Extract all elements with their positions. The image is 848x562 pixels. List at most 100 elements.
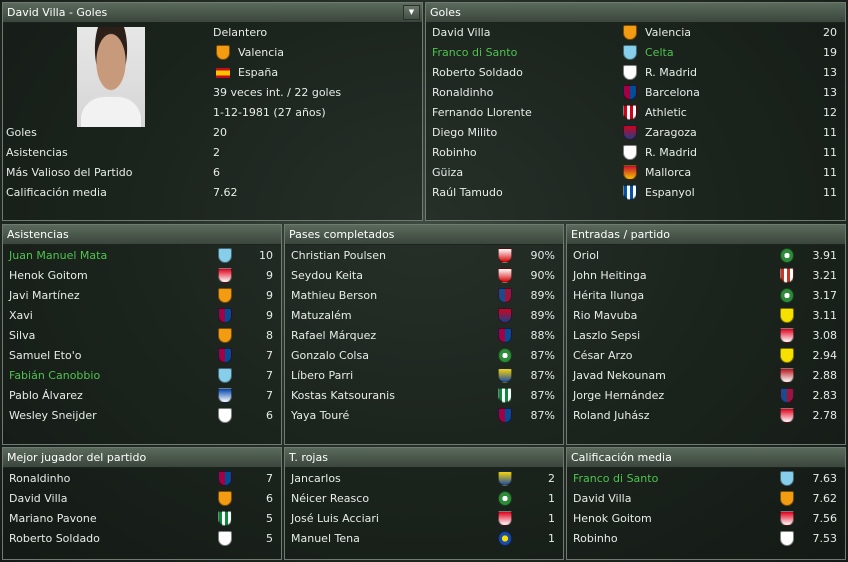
row-player[interactable]: Silva (9, 326, 35, 346)
row-player[interactable]: Javi Martínez (9, 286, 80, 306)
row-player[interactable]: Rio Mavuba (573, 306, 637, 326)
row-player[interactable]: Ronaldinho (432, 83, 493, 103)
table-row[interactable]: David Villa Valencia 20 (426, 23, 845, 43)
table-row[interactable]: Robinho 7.53 (567, 529, 845, 549)
table-row[interactable]: Roberto Soldado R. Madrid 13 (426, 63, 845, 83)
player-club[interactable]: Valencia (238, 43, 284, 63)
table-row[interactable]: José Luis Acciari 1 (285, 509, 563, 529)
table-row[interactable]: Jorge Hernández 2.83 (567, 386, 845, 406)
row-player[interactable]: Juan Manuel Mata (9, 246, 107, 266)
row-player[interactable]: Henok Goitom (573, 509, 652, 529)
table-row[interactable]: Mariano Pavone 5 (3, 509, 281, 529)
table-row[interactable]: Samuel Eto'o 7 (3, 346, 281, 366)
row-player[interactable]: César Arzo (573, 346, 633, 366)
dropdown-button[interactable]: ▼ (403, 5, 420, 20)
row-club[interactable]: R. Madrid (645, 63, 697, 83)
table-row[interactable]: Pablo Álvarez 7 (3, 386, 281, 406)
row-player[interactable]: Líbero Parri (291, 366, 353, 386)
table-row[interactable]: Juan Manuel Mata 10 (3, 246, 281, 266)
row-player[interactable]: Diego Milito (432, 123, 497, 143)
table-row[interactable]: Ronaldinho Barcelona 13 (426, 83, 845, 103)
table-row[interactable]: Silva 8 (3, 326, 281, 346)
table-row[interactable]: Seydou Keita 90% (285, 266, 563, 286)
table-row[interactable]: Henok Goitom 9 (3, 266, 281, 286)
table-row[interactable]: Líbero Parri 87% (285, 366, 563, 386)
table-row[interactable]: Kostas Katsouranis 87% (285, 386, 563, 406)
table-row[interactable]: Diego Milito Zaragoza 11 (426, 123, 845, 143)
table-row[interactable]: Rafael Márquez 88% (285, 326, 563, 346)
row-club[interactable]: R. Madrid (645, 143, 697, 163)
row-player[interactable]: Henok Goitom (9, 266, 88, 286)
row-player[interactable]: Franco di Santo (573, 469, 658, 489)
row-player[interactable]: Roland Juhász (573, 406, 650, 426)
row-player[interactable]: Samuel Eto'o (9, 346, 81, 366)
row-player[interactable]: Wesley Sneijder (9, 406, 97, 426)
row-player[interactable]: Franco di Santo (432, 43, 517, 63)
table-row[interactable]: Manuel Tena 1 (285, 529, 563, 549)
table-row[interactable]: David Villa 7.62 (567, 489, 845, 509)
row-club[interactable]: Celta (645, 43, 674, 63)
table-row[interactable]: Oriol 3.91 (567, 246, 845, 266)
row-player[interactable]: Mathieu Berson (291, 286, 377, 306)
row-player[interactable]: Fabián Canobbio (9, 366, 100, 386)
row-club[interactable]: Mallorca (645, 163, 691, 183)
table-row[interactable]: Laszlo Sepsi 3.08 (567, 326, 845, 346)
row-player[interactable]: Yaya Touré (291, 406, 349, 426)
row-player[interactable]: José Luis Acciari (291, 509, 379, 529)
table-row[interactable]: Jancarlos 2 (285, 469, 563, 489)
row-player[interactable]: Mariano Pavone (9, 509, 97, 529)
table-row[interactable]: Javi Martínez 9 (3, 286, 281, 306)
table-row[interactable]: Raúl Tamudo Espanyol 11 (426, 183, 845, 203)
row-player[interactable]: David Villa (573, 489, 631, 509)
table-row[interactable]: Roland Juhász 2.78 (567, 406, 845, 426)
table-row[interactable]: Rio Mavuba 3.11 (567, 306, 845, 326)
row-player[interactable]: Roberto Soldado (9, 529, 100, 549)
row-club[interactable]: Espanyol (645, 183, 695, 203)
row-player[interactable]: Rafael Márquez (291, 326, 376, 346)
table-row[interactable]: Robinho R. Madrid 11 (426, 143, 845, 163)
row-player[interactable]: Raúl Tamudo (432, 183, 503, 203)
row-player[interactable]: John Heitinga (573, 266, 647, 286)
row-player[interactable]: Matuzalém (291, 306, 352, 326)
row-player[interactable]: Jancarlos (291, 469, 341, 489)
row-player[interactable]: Xavi (9, 306, 33, 326)
row-player[interactable]: Güiza (432, 163, 463, 183)
row-club[interactable]: Barcelona (645, 83, 700, 103)
row-player[interactable]: Hérita Ilunga (573, 286, 644, 306)
player-nation[interactable]: España (238, 63, 278, 83)
row-club[interactable]: Zaragoza (645, 123, 697, 143)
table-row[interactable]: Franco di Santo 7.63 (567, 469, 845, 489)
table-row[interactable]: Ronaldinho 7 (3, 469, 281, 489)
table-row[interactable]: Javad Nekounam 2.88 (567, 366, 845, 386)
table-row[interactable]: John Heitinga 3.21 (567, 266, 845, 286)
table-row[interactable]: Matuzalém 89% (285, 306, 563, 326)
row-player[interactable]: Ronaldinho (9, 469, 70, 489)
row-player[interactable]: Manuel Tena (291, 529, 360, 549)
table-row[interactable]: Fernando Llorente Athletic 12 (426, 103, 845, 123)
row-player[interactable]: Fernando Llorente (432, 103, 532, 123)
row-player[interactable]: Christian Poulsen (291, 246, 386, 266)
table-row[interactable]: Roberto Soldado 5 (3, 529, 281, 549)
table-row[interactable]: Fabián Canobbio 7 (3, 366, 281, 386)
row-player[interactable]: Kostas Katsouranis (291, 386, 395, 406)
row-player[interactable]: Javad Nekounam (573, 366, 666, 386)
row-player[interactable]: Roberto Soldado (432, 63, 523, 83)
row-player[interactable]: Jorge Hernández (573, 386, 664, 406)
table-row[interactable]: Wesley Sneijder 6 (3, 406, 281, 426)
row-player[interactable]: Seydou Keita (291, 266, 363, 286)
table-row[interactable]: Yaya Touré 87% (285, 406, 563, 426)
table-row[interactable]: Hérita Ilunga 3.17 (567, 286, 845, 306)
table-row[interactable]: Mathieu Berson 89% (285, 286, 563, 306)
table-row[interactable]: Gonzalo Colsa 87% (285, 346, 563, 366)
row-player[interactable]: Néicer Reasco (291, 489, 369, 509)
row-club[interactable]: Valencia (645, 23, 691, 43)
table-row[interactable]: Néicer Reasco 1 (285, 489, 563, 509)
table-row[interactable]: Christian Poulsen 90% (285, 246, 563, 266)
table-row[interactable]: Güiza Mallorca 11 (426, 163, 845, 183)
row-player[interactable]: Robinho (432, 143, 477, 163)
row-player[interactable]: David Villa (9, 489, 67, 509)
table-row[interactable]: César Arzo 2.94 (567, 346, 845, 366)
row-player[interactable]: David Villa (432, 23, 490, 43)
row-player[interactable]: Gonzalo Colsa (291, 346, 369, 366)
row-player[interactable]: Pablo Álvarez (9, 386, 83, 406)
